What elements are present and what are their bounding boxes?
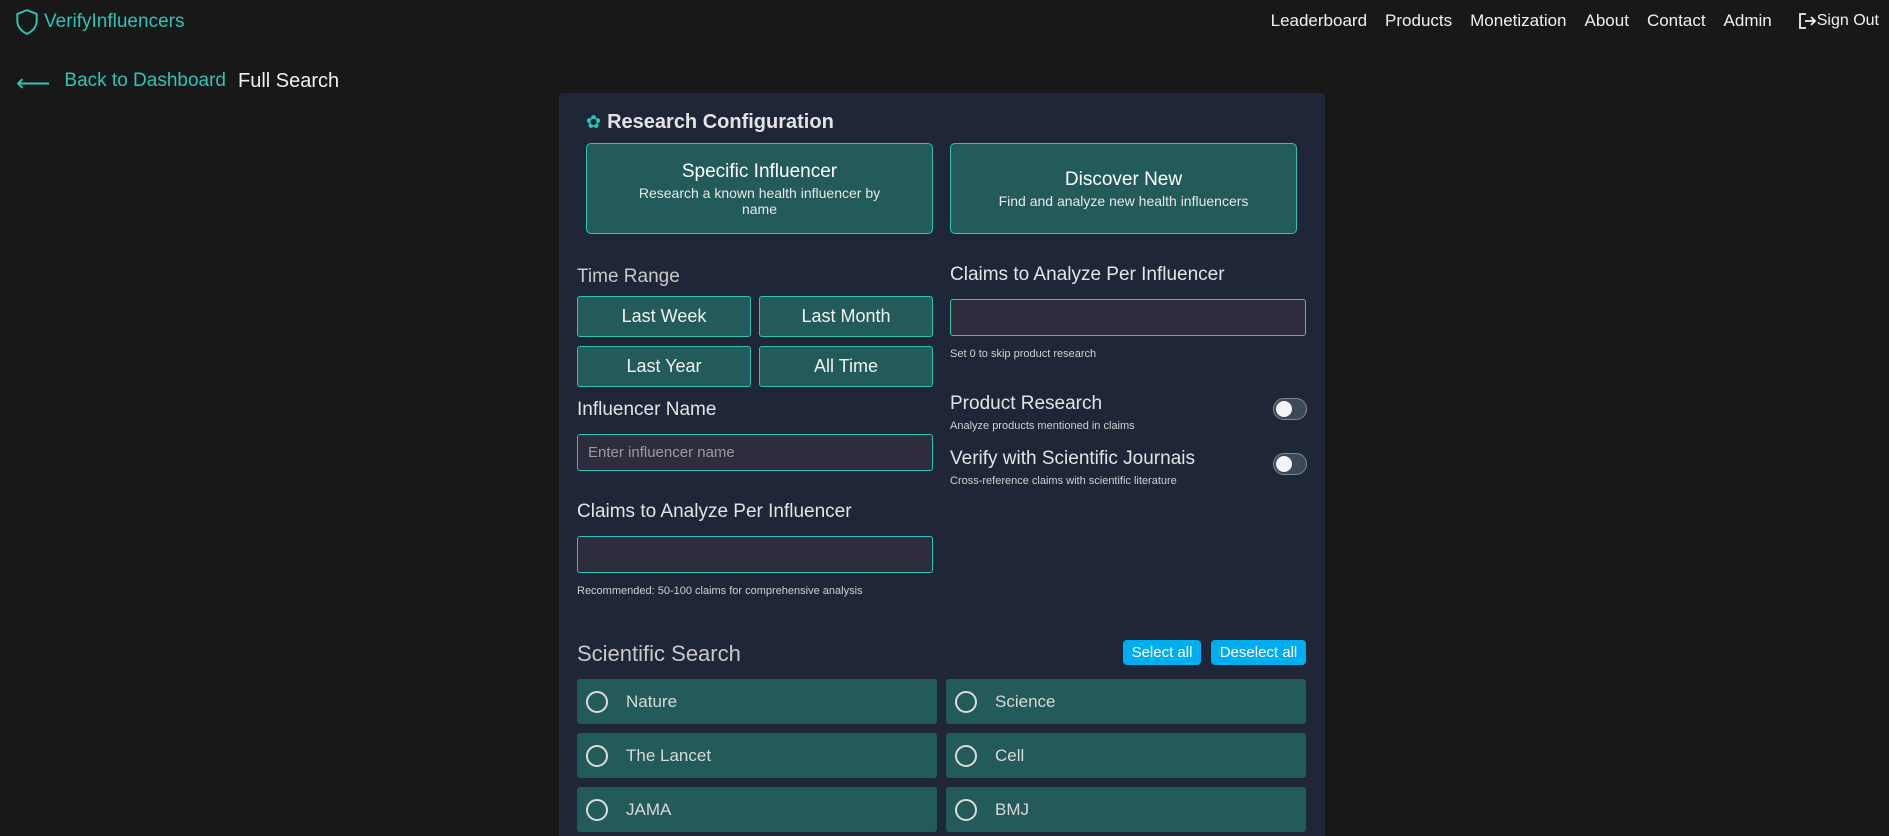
claims-left-label: Claims to Analyze Per Influencer — [577, 501, 852, 522]
claims-right-input[interactable] — [951, 300, 1305, 335]
claims-right-field — [950, 299, 1306, 336]
shield-icon — [16, 9, 38, 35]
brand-link[interactable]: VerifyInfluencers — [14, 8, 184, 36]
journal-name: The Lancet — [626, 745, 712, 765]
top-nav: VerifyInfluencers Leaderboard Products M… — [0, 0, 1889, 40]
journal-option-the-lancet[interactable]: The Lancet — [577, 733, 937, 778]
nav-links: Leaderboard Products Monetization About … — [1253, 11, 1879, 31]
influencer-name-input[interactable] — [578, 435, 932, 470]
journal-option-cell[interactable]: Cell — [946, 733, 1306, 778]
back-to-dashboard-link[interactable]: Back to Dashboard — [64, 70, 226, 92]
nav-contact[interactable]: Contact — [1647, 11, 1706, 31]
claims-right-label: Claims to Analyze Per Influencer — [950, 264, 1225, 285]
radio-icon — [586, 744, 608, 767]
time-range-label: Time Range — [577, 266, 680, 287]
toggle-knob — [1276, 456, 1292, 472]
sign-out-button[interactable]: Sign Out — [1797, 11, 1879, 31]
panel-title-text: Research Configuration — [607, 111, 834, 133]
gear-icon: ✿ — [586, 112, 602, 132]
influencer-name-label: Influencer Name — [577, 399, 717, 420]
breadcrumb: ⟵ Back to Dashboard Full Search — [16, 66, 339, 96]
mode-title: Specific Influencer — [681, 160, 838, 182]
mode-title: Discover New — [1064, 168, 1183, 190]
product-research-toggle[interactable] — [1273, 398, 1307, 420]
sign-out-label: Sign Out — [1816, 12, 1879, 29]
journal-option-science[interactable]: Science — [946, 679, 1306, 724]
verify-journals-label: Verify with Scientific Journais — [950, 448, 1195, 469]
claims-left-field — [577, 536, 933, 573]
journal-name: JAMA — [626, 799, 672, 819]
nav-leaderboard[interactable]: Leaderboard — [1271, 11, 1367, 31]
mode-desc: Find and analyze new health influencers — [998, 192, 1249, 209]
time-last-week-button[interactable]: Last Week — [577, 296, 751, 337]
claims-left-input[interactable] — [578, 537, 932, 572]
mode-specific-influencer[interactable]: Specific Influencer Research a known hea… — [586, 143, 933, 234]
nav-about[interactable]: About — [1585, 11, 1629, 31]
journal-option-bmj[interactable]: BMJ — [946, 787, 1306, 832]
radio-icon — [955, 690, 977, 713]
deselect-all-button[interactable]: Deselect all — [1211, 640, 1306, 665]
panel-title: ✿ Research Configuration — [586, 111, 834, 134]
verify-journals-toggle[interactable] — [1273, 453, 1307, 475]
claims-left-hint: Recommended: 50-100 claims for comprehen… — [577, 585, 863, 597]
research-config-panel: ✿ Research Configuration Specific Influe… — [559, 93, 1325, 836]
journal-option-jama[interactable]: JAMA — [577, 787, 937, 832]
nav-products[interactable]: Products — [1385, 11, 1452, 31]
time-last-month-button[interactable]: Last Month — [759, 296, 933, 337]
select-all-button[interactable]: Select all — [1123, 640, 1201, 665]
page-title: Full Search — [238, 69, 340, 92]
journal-name: Cell — [995, 745, 1025, 765]
verify-journals-desc: Cross-reference claims with scientific l… — [950, 475, 1177, 487]
journal-option-nature[interactable]: Nature — [577, 679, 937, 724]
brand-name: VerifyInfluencers — [44, 11, 185, 32]
journal-name: BMJ — [995, 799, 1029, 819]
radio-icon — [586, 690, 608, 713]
influencer-name-field — [577, 434, 933, 471]
mode-discover-new[interactable]: Discover New Find and analyze new health… — [950, 143, 1297, 234]
radio-icon — [955, 744, 977, 767]
journal-name: Science — [995, 691, 1056, 711]
journal-name: Nature — [626, 691, 678, 711]
radio-icon — [586, 798, 608, 821]
product-research-desc: Analyze products mentioned in claims — [950, 420, 1135, 432]
time-last-year-button[interactable]: Last Year — [577, 346, 751, 387]
product-research-label: Product Research — [950, 393, 1103, 414]
scientific-search-label: Scientific Search — [577, 641, 741, 666]
radio-icon — [955, 798, 977, 821]
logout-icon — [1798, 13, 1817, 29]
nav-admin[interactable]: Admin — [1724, 11, 1772, 31]
nav-monetization[interactable]: Monetization — [1470, 11, 1566, 31]
arrow-left-icon[interactable]: ⟵ — [16, 72, 50, 96]
toggle-knob — [1276, 401, 1292, 417]
mode-desc: Research a known health influencer by na… — [638, 184, 881, 217]
claims-right-hint: Set 0 to skip product research — [950, 348, 1097, 360]
time-all-time-button[interactable]: All Time — [759, 346, 933, 387]
